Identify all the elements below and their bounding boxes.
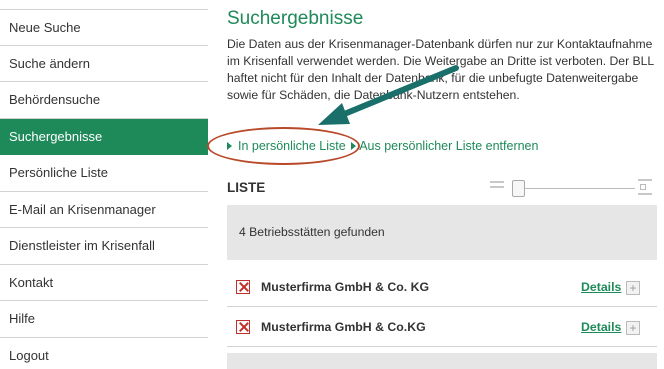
- remove-icon[interactable]: [236, 320, 250, 334]
- results-count-box: 4 Betriebsstätten gefunden: [227, 205, 657, 260]
- page-title: Suchergebnisse: [227, 8, 364, 29]
- next-row-placeholder: [227, 353, 657, 369]
- results-count-text: 4 Betriebsstätten gefunden: [239, 225, 385, 239]
- company-name: Musterfirma GmbH & Co. KG: [261, 280, 430, 294]
- sidebar-item-behoerdensuche[interactable]: Behördensuche: [0, 82, 208, 119]
- zoom-slider-handle[interactable]: [512, 180, 525, 197]
- sidebar-item-persoenliche-liste[interactable]: Persönliche Liste: [0, 155, 208, 192]
- remove-from-list-label: Aus persönlicher Liste entfernen: [359, 139, 539, 153]
- sidebar-item-hilfe[interactable]: Hilfe: [0, 301, 208, 338]
- detail-view-icon[interactable]: [638, 179, 652, 195]
- disclaimer-text: Die Daten aus der Krisenmanager-Datenban…: [227, 37, 654, 102]
- details-link[interactable]: Details: [581, 280, 621, 294]
- sidebar-item-suchergebnisse[interactable]: Suchergebnisse: [0, 118, 208, 155]
- table-row: Musterfirma GmbH & Co.KG Details +: [227, 312, 657, 347]
- list-view-icon[interactable]: [490, 181, 504, 191]
- sidebar-item-dienstleister[interactable]: Dienstleister im Krisenfall: [0, 228, 208, 265]
- sidebar-item-email-krisenmanager[interactable]: E-Mail an Krisenmanager: [0, 192, 208, 228]
- sidebar-item-kontakt[interactable]: Kontakt: [0, 265, 208, 301]
- sidebar-item-neue-suche[interactable]: Neue Suche: [0, 9, 208, 46]
- company-name: Musterfirma GmbH & Co.KG: [261, 320, 426, 334]
- expand-plus-icon[interactable]: +: [626, 321, 640, 335]
- remove-from-list-link[interactable]: Aus persönlicher Liste entfernen: [349, 139, 538, 153]
- table-row: Musterfirma GmbH & Co. KG Details +: [227, 272, 657, 307]
- sidebar-item-suche-aendern[interactable]: Suche ändern: [0, 46, 208, 82]
- sidebar-item-logout[interactable]: Logout: [0, 338, 208, 369]
- details-link[interactable]: Details: [581, 320, 621, 334]
- zoom-slider-track: [513, 188, 635, 189]
- sidebar-nav: Neue Suche Suche ändern Behördensuche Su…: [0, 0, 208, 369]
- main-content: Suchergebnisse Die Daten aus der Krisenm…: [227, 0, 664, 369]
- annotation-ellipse: [207, 127, 360, 165]
- list-heading: LISTE: [227, 180, 266, 195]
- remove-icon[interactable]: [236, 280, 250, 294]
- expand-plus-icon[interactable]: +: [626, 281, 640, 295]
